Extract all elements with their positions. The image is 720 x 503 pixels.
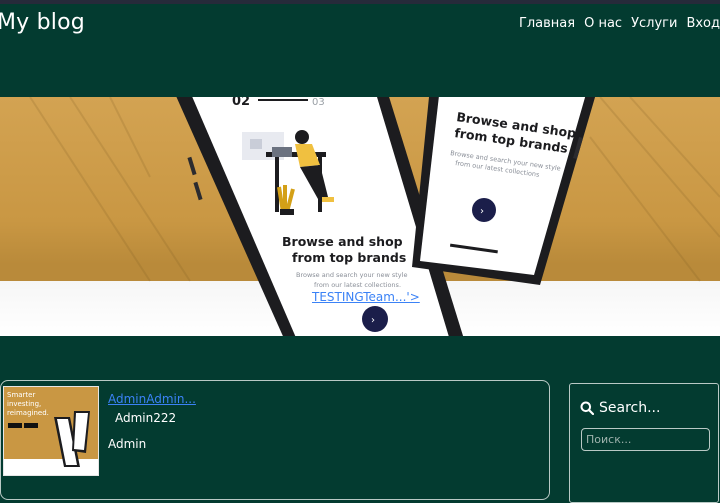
search-icon xyxy=(580,401,594,415)
post-thumbnail[interactable]: Smarter investing, reimagined. xyxy=(3,386,99,476)
thumb-line-2: investing, xyxy=(7,400,41,408)
top-border xyxy=(0,0,720,4)
phone-left-step-total: 03 xyxy=(312,97,325,108)
hero-caption-link[interactable]: TESTINGTeam...'> xyxy=(312,290,420,304)
nav-item-login[interactable]: Вход xyxy=(686,16,720,31)
main-nav: Главная О нас Услуги Вход xyxy=(519,16,720,31)
nav-item-about[interactable]: О нас xyxy=(584,16,622,31)
thumb-line-1: Smarter xyxy=(7,391,35,399)
thumb-line-3: reimagined. xyxy=(7,409,49,417)
phone-left-step-current: 02 xyxy=(232,97,250,109)
nav-item-services[interactable]: Услуги xyxy=(631,16,677,31)
post-subtitle: Admin222 xyxy=(115,411,177,425)
search-widget-header: Search... xyxy=(580,400,660,416)
svg-text:›: › xyxy=(480,206,484,217)
phone-left-headline-1: Browse and shop xyxy=(282,234,403,249)
search-widget-title: Search... xyxy=(599,400,661,416)
post-card[interactable]: Smarter investing, reimagined. AdminAdmi… xyxy=(0,380,550,500)
nav-item-home[interactable]: Главная xyxy=(519,16,575,31)
site-brand[interactable]: My blog xyxy=(0,10,85,35)
svg-text:›: › xyxy=(371,315,375,326)
phone-left-next-button xyxy=(362,306,388,332)
search-input[interactable] xyxy=(581,428,710,451)
post-title-link[interactable]: AdminAdmin... xyxy=(108,392,196,406)
phone-left-sub-2: from our latest collections. xyxy=(314,281,401,289)
phone-right-next-button xyxy=(472,198,496,222)
search-widget: Search... xyxy=(569,383,719,503)
phone-left-headline-2: from top brands xyxy=(292,250,406,265)
phone-left-progress-bar xyxy=(258,99,308,101)
phone-left-sub-1: Browse and search your new style xyxy=(296,271,407,279)
post-author: Admin xyxy=(108,437,147,451)
